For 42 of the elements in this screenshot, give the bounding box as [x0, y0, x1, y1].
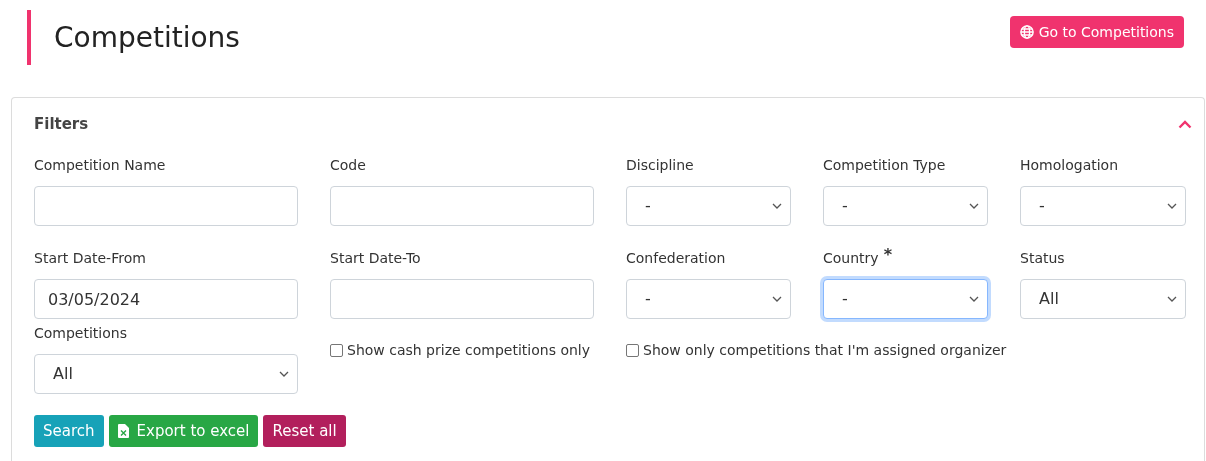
select-field[interactable]: - [626, 279, 791, 319]
field-label: Competition Name [34, 156, 166, 175]
input-field[interactable] [330, 279, 594, 319]
field-label: Competitions [34, 324, 127, 343]
field-label: Status [1020, 249, 1065, 268]
dropdown-caret-icon [279, 371, 289, 377]
field-label: Start Date-To [330, 249, 421, 268]
select-field[interactable]: - [1020, 186, 1186, 226]
field-label: Discipline [626, 156, 694, 175]
dropdown-caret-icon [1167, 203, 1177, 209]
select-field[interactable]: - [823, 279, 988, 319]
dropdown-caret-icon [969, 203, 979, 209]
dropdown-caret-icon [1167, 296, 1177, 302]
page-title: Competitions [54, 19, 240, 56]
select-field[interactable]: - [823, 186, 988, 226]
select-field[interactable]: All [1020, 279, 1186, 319]
filters-title: Filters [34, 113, 89, 135]
checkbox[interactable] [626, 344, 639, 357]
input-field[interactable] [330, 186, 594, 226]
go-to-competitions-button[interactable]: Go to Competitions [1009, 16, 1184, 48]
field-label: Homologation [1020, 156, 1119, 175]
checkbox-option[interactable]: Show only competitions that I'm assigned organizer [626, 340, 1007, 361]
input-field[interactable]: 03/05/2024 [34, 279, 298, 319]
checkbox-option[interactable]: Show cash prize competitions only [330, 340, 591, 361]
spreadsheet-file-icon [117, 424, 129, 438]
field-label: Country [823, 249, 879, 268]
field-label: Code [330, 156, 366, 175]
required-mark: * [883, 247, 892, 263]
dropdown-caret-icon [772, 296, 782, 302]
field-label: Start Date-From [34, 249, 146, 268]
reset-button[interactable]: Reset all [263, 415, 346, 447]
dropdown-caret-icon [772, 203, 782, 209]
input-field[interactable] [34, 186, 298, 226]
field-label: Confederation [626, 249, 726, 268]
chevron-up-icon [1178, 119, 1192, 129]
globe-icon [1019, 25, 1034, 39]
select-field[interactable]: All [34, 354, 298, 394]
select-field[interactable]: - [626, 186, 791, 226]
collapse-toggle[interactable] [1178, 119, 1192, 129]
field-label: Competition Type [823, 156, 946, 175]
checkbox[interactable] [330, 344, 343, 357]
dropdown-caret-icon [969, 296, 979, 302]
